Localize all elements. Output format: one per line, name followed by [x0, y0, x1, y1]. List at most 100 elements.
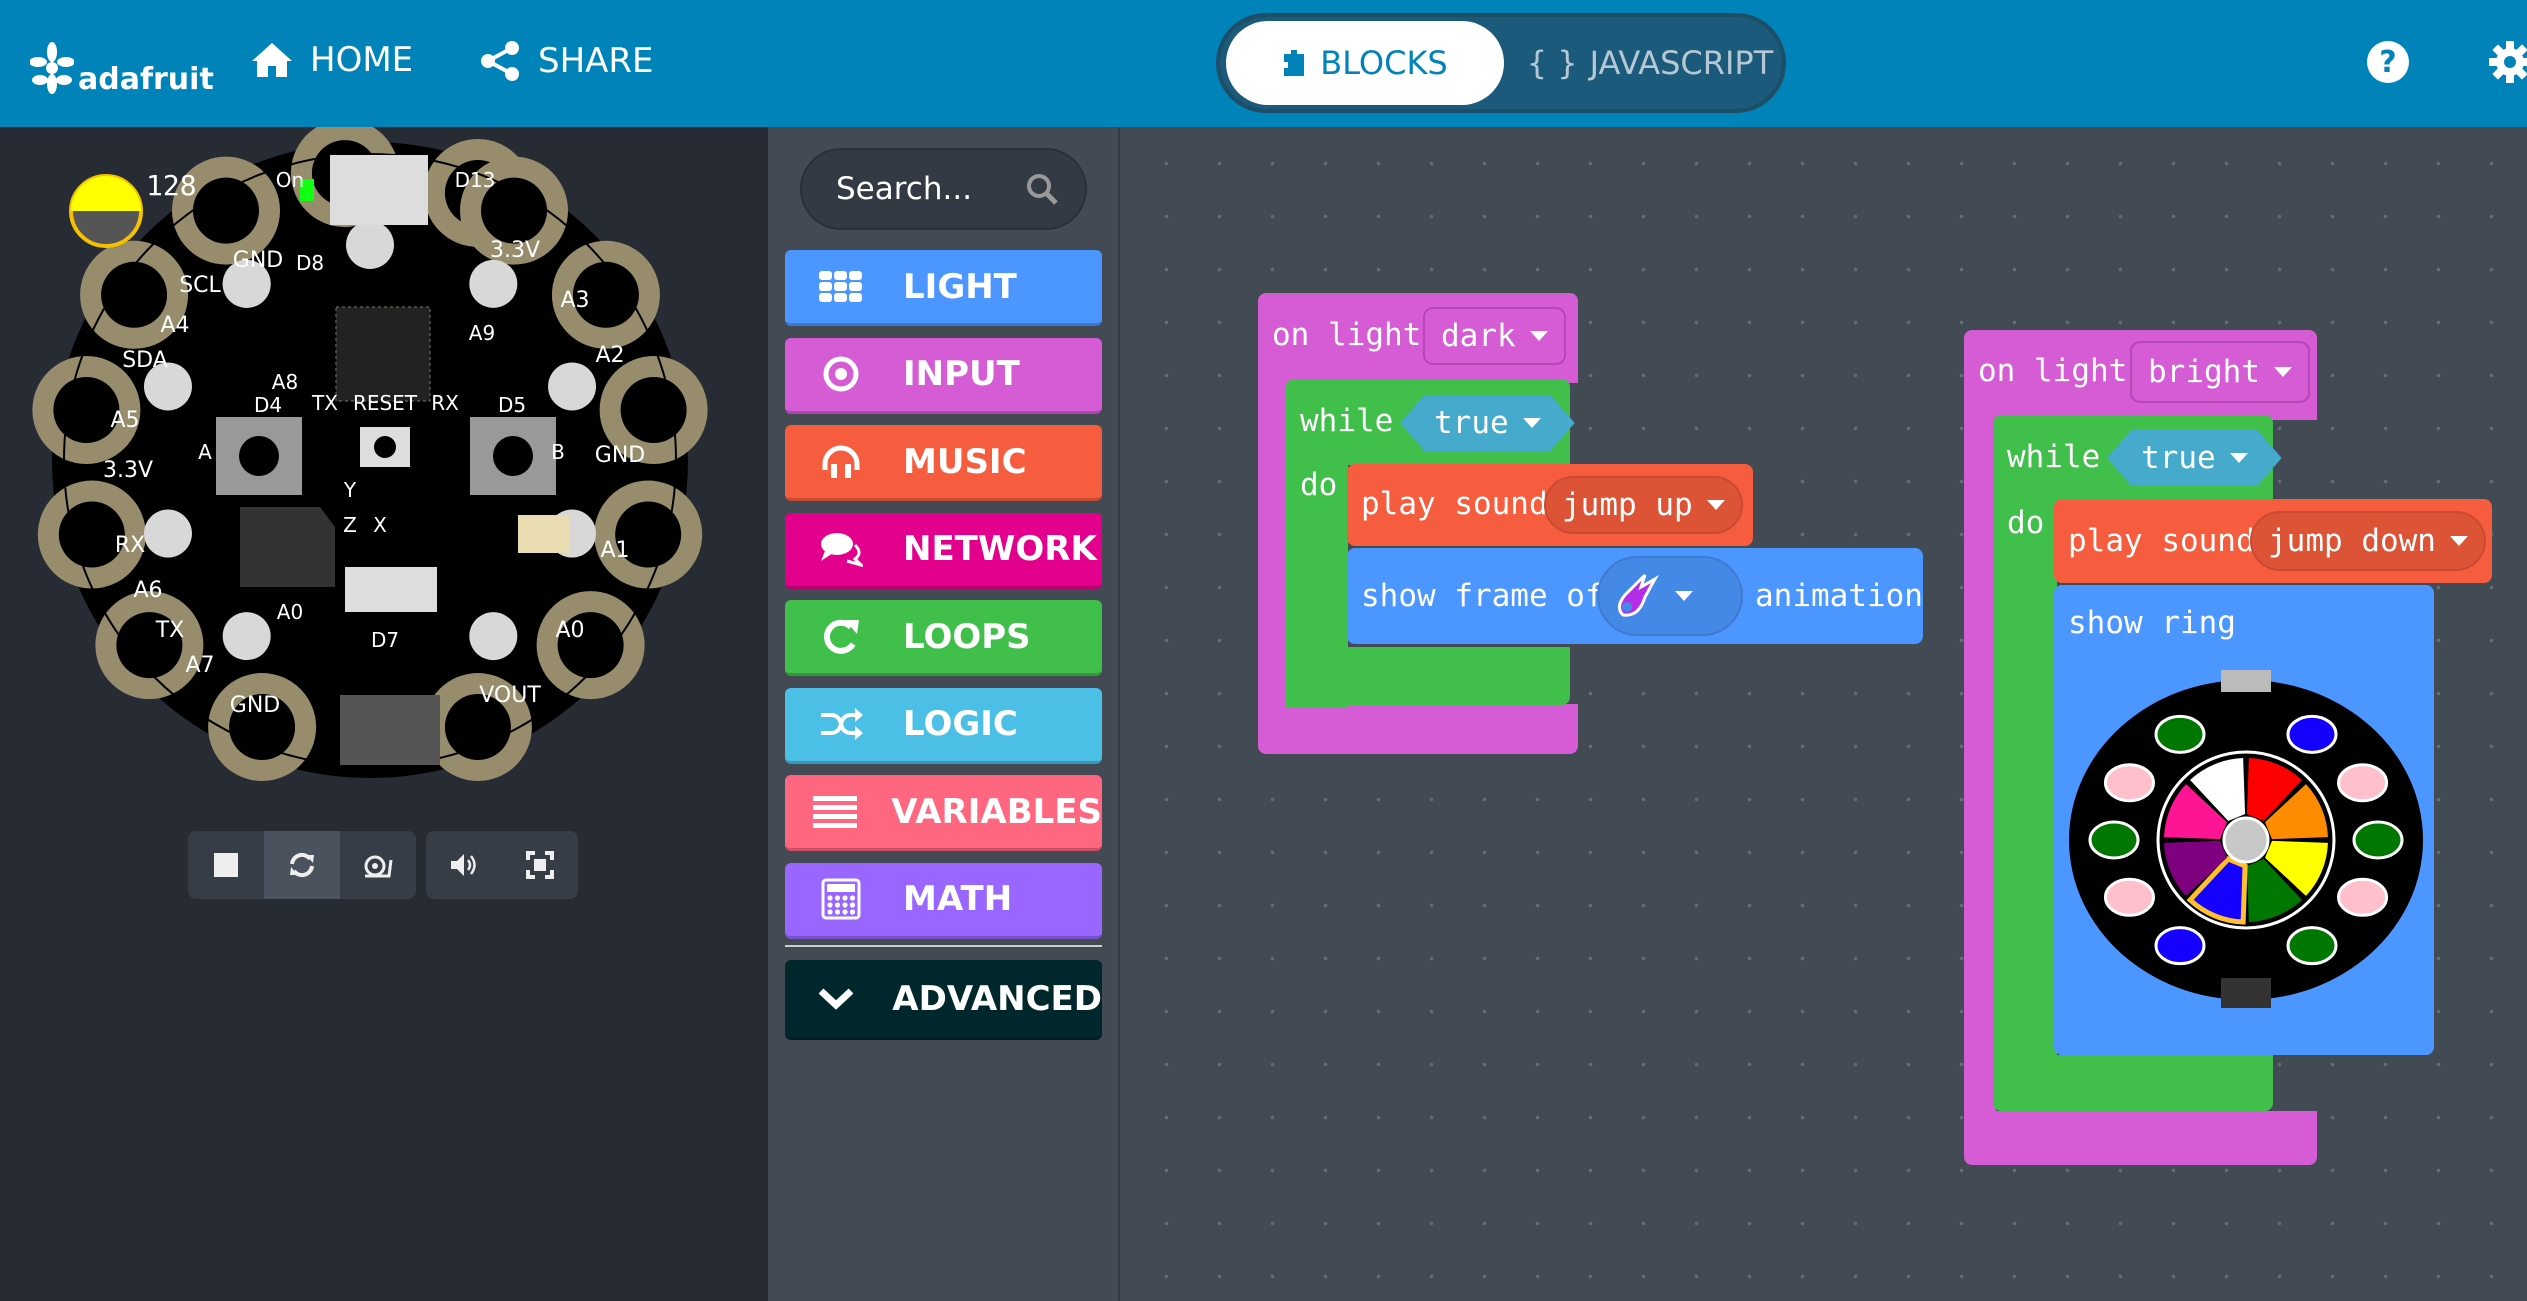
- gear-icon[interactable]: [2488, 40, 2527, 84]
- ring-color-picker[interactable]: [2066, 670, 2426, 1010]
- category-loops[interactable]: LOOPS: [785, 600, 1102, 676]
- category-input[interactable]: INPUT: [785, 337, 1102, 414]
- braces-icon: { }: [1526, 44, 1578, 82]
- pin-label: SCL: [179, 273, 221, 298]
- restart-button[interactable]: [264, 831, 340, 899]
- category-variables[interactable]: VARIABLES: [785, 775, 1102, 851]
- share-icon: [481, 41, 519, 81]
- category-network[interactable]: NETWORK: [785, 512, 1102, 589]
- neopixel-led: [143, 509, 192, 558]
- pin-pad[interactable]: [208, 673, 317, 782]
- animation-dropdown[interactable]: [1597, 556, 1743, 636]
- dropdown-arrow-icon: [2273, 367, 2292, 377]
- pin-label: RX: [431, 391, 459, 415]
- pin-label: A1: [600, 538, 629, 563]
- light-condition-dropdown[interactable]: dark: [1423, 307, 1566, 365]
- light-level-value: 128: [146, 169, 197, 202]
- show-ring-block[interactable]: show ring: [2054, 585, 2434, 1055]
- ring-led[interactable]: [2286, 926, 2338, 966]
- restart-icon: [290, 852, 314, 878]
- boolean-value: true: [2141, 440, 2216, 476]
- pin-pad[interactable]: [95, 591, 204, 700]
- editor-toggle: BLOCKS { } JAVASCRIPT: [1216, 13, 1786, 113]
- do-label: do: [1300, 467, 1338, 503]
- play-sound-block[interactable]: play sound jump down: [2054, 499, 2492, 583]
- ring-led[interactable]: [2088, 820, 2140, 860]
- fullscreen-button[interactable]: [502, 831, 578, 899]
- pin-label: B: [551, 440, 565, 464]
- home-button[interactable]: HOME: [250, 40, 413, 80]
- toolbox: Search... LIGHT INPUT MUSIC NETWORK LOOPS LOG…: [768, 127, 1120, 1301]
- question-circle-icon[interactable]: ?: [2366, 40, 2410, 84]
- category-logic[interactable]: LOGIC: [785, 687, 1102, 764]
- ring-led[interactable]: [2154, 926, 2206, 966]
- category-label: LIGHT: [903, 266, 1017, 307]
- ring-led[interactable]: [2154, 714, 2206, 754]
- category-advanced[interactable]: ADVANCED: [785, 960, 1102, 1040]
- dropdown-arrow-icon: [1529, 331, 1548, 341]
- mute-button[interactable]: [426, 831, 502, 899]
- usb-port: [330, 155, 428, 225]
- tab-blocks-label: BLOCKS: [1320, 44, 1448, 82]
- show-ring-label: show ring: [2068, 605, 2236, 641]
- ring-led[interactable]: [2286, 714, 2338, 754]
- category-math[interactable]: MATH: [785, 862, 1102, 939]
- boolean-dropdown[interactable]: true: [1400, 395, 1575, 451]
- adafruit-logo[interactable]: adafruit: [30, 38, 214, 97]
- toolbox-divider: [785, 945, 1102, 947]
- category-light[interactable]: LIGHT: [785, 250, 1102, 326]
- stop-button[interactable]: [188, 831, 264, 899]
- blocks-workspace[interactable]: on light dark while true do play sound j…: [1120, 127, 2527, 1301]
- category-label: INPUT: [903, 354, 1020, 394]
- light-condition-dropdown[interactable]: bright: [2130, 341, 2310, 403]
- category-label: NETWORK: [903, 529, 1097, 569]
- neopixel-led: [346, 221, 394, 269]
- ring-led[interactable]: [2103, 877, 2155, 917]
- pin-label: On: [276, 168, 304, 192]
- ring-led[interactable]: [2337, 877, 2389, 917]
- ring-led[interactable]: [2103, 763, 2155, 803]
- pin-label: A5: [110, 408, 139, 433]
- slide-switch[interactable]: [345, 567, 437, 612]
- slow-motion-button[interactable]: [340, 831, 416, 899]
- search-input[interactable]: Search...: [800, 148, 1087, 230]
- pin-label: RESET: [353, 391, 418, 415]
- share-label: SHARE: [538, 41, 654, 81]
- pin-label: GND: [230, 693, 280, 718]
- category-music[interactable]: MUSIC: [785, 425, 1102, 501]
- pin-label: GND: [233, 248, 283, 273]
- pin-label: A7: [185, 653, 214, 678]
- ring-led[interactable]: [2337, 763, 2389, 803]
- tab-javascript[interactable]: { } JAVASCRIPT: [1520, 21, 1780, 105]
- dropdown-arrow-icon: [1522, 418, 1541, 428]
- pin-pad[interactable]: [594, 480, 703, 589]
- show-frame-block[interactable]: show frame of animation: [1347, 548, 1923, 644]
- tab-javascript-label: JAVASCRIPT: [1589, 44, 1774, 82]
- snail-icon: [364, 855, 393, 878]
- circuit-playground-board[interactable]: GNDSCLA4SDAA53.3VRXA6TXA7GND VOUTA0A1GNDA…: [0, 127, 768, 807]
- pin-label: D4: [254, 393, 282, 417]
- pin-label: A8: [272, 370, 298, 394]
- pin-label: VOUT: [479, 683, 541, 708]
- tab-blocks[interactable]: BLOCKS: [1226, 21, 1504, 105]
- category-label: ADVANCED: [892, 978, 1102, 1019]
- logo-text: adafruit: [78, 62, 214, 97]
- search-icon[interactable]: [1025, 172, 1059, 206]
- play-sound-label: play sound: [2068, 523, 2255, 559]
- ring-led[interactable]: [2352, 820, 2404, 860]
- pin-label: RX: [115, 533, 145, 558]
- pin-label: A2: [595, 343, 624, 368]
- sound-icon: [451, 854, 476, 876]
- pin-label: A9: [469, 321, 495, 345]
- play-sound-block[interactable]: play sound jump up: [1347, 464, 1753, 546]
- target-icon: [811, 355, 871, 393]
- neopixel-led: [469, 259, 518, 308]
- sound-dropdown[interactable]: jump up: [1544, 476, 1743, 534]
- boolean-dropdown[interactable]: true: [2107, 430, 2282, 486]
- share-button[interactable]: SHARE: [478, 40, 654, 82]
- sound-dropdown[interactable]: jump down: [2250, 511, 2486, 571]
- grid-icon: [811, 270, 871, 303]
- category-label: VARIABLES: [891, 791, 1102, 832]
- pin-pad[interactable]: [536, 591, 645, 700]
- event-label: on light: [1978, 353, 2128, 389]
